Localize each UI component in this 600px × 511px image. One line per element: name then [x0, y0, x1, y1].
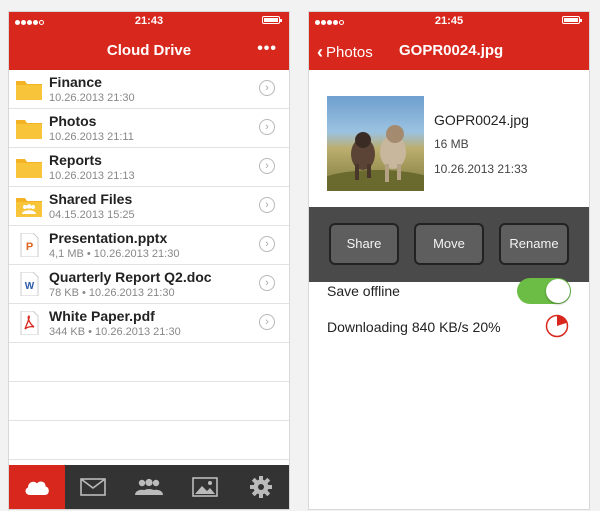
save-offline-toggle[interactable] [517, 278, 571, 304]
tab-cloud[interactable] [9, 465, 65, 509]
tab-settings[interactable] [233, 465, 289, 509]
chevron-right-icon[interactable]: › [259, 275, 275, 291]
chevron-right-icon[interactable]: › [259, 80, 275, 96]
page-title: Cloud Drive [106, 42, 192, 59]
contacts-icon [135, 478, 163, 495]
file-name: Finance [49, 74, 102, 90]
status-time: 21:43 [134, 15, 164, 27]
folder-icon [15, 77, 43, 101]
action-bar: Share Move Rename [309, 207, 589, 282]
shared-folder-icon [15, 194, 43, 218]
download-status: Downloading 840 KB/s 20% [327, 319, 501, 335]
file-name: GOPR0024.jpg [434, 112, 529, 128]
pdf-file-icon [15, 310, 43, 336]
file-name: White Paper.pdf [49, 308, 155, 324]
folder-icon [15, 116, 43, 140]
file-meta: 4,1 MB • 10.26.2013 21:30 [49, 248, 180, 260]
empty-row [9, 343, 289, 382]
folder-icon [15, 155, 43, 179]
nav-bar: Cloud Drive ••• [9, 30, 289, 70]
photos-icon [192, 477, 218, 497]
tab-photos[interactable] [177, 465, 233, 509]
file-date: 10.26.2013 21:33 [434, 162, 528, 176]
cloud-icon [25, 481, 49, 495]
doc-file-icon: W [15, 271, 43, 297]
save-offline-label: Save offline [327, 283, 400, 299]
file-size: 16 MB [434, 137, 469, 151]
tab-bar [9, 465, 289, 509]
chevron-left-icon: ‹ [317, 42, 323, 62]
chevron-right-icon[interactable]: › [259, 236, 275, 252]
file-row[interactable]: Finance 10.26.2013 21:30 › [9, 70, 289, 109]
chevron-right-icon[interactable]: › [259, 119, 275, 135]
mail-icon [80, 478, 106, 496]
status-bar: 21:45 [309, 12, 589, 30]
battery-icon [562, 16, 582, 24]
file-name: Presentation.pptx [49, 230, 168, 246]
file-row[interactable]: White Paper.pdf 344 KB • 10.26.2013 21:30… [9, 304, 289, 343]
battery-icon [262, 16, 282, 24]
page-title: GOPR0024.jpg [399, 42, 504, 59]
file-name: Photos [49, 113, 97, 129]
tab-contacts[interactable] [121, 465, 177, 509]
chevron-right-icon[interactable]: › [259, 197, 275, 213]
settings-gear-icon [250, 476, 272, 498]
share-button[interactable]: Share [329, 223, 399, 265]
file-name: Shared Files [49, 191, 133, 207]
more-options-button[interactable]: ••• [257, 40, 277, 58]
tab-mail[interactable] [65, 465, 121, 509]
file-meta: 10.26.2013 21:11 [49, 131, 134, 143]
back-button[interactable]: ‹ Photos [317, 41, 373, 62]
file-row[interactable]: W Quarterly Report Q2.doc 78 KB • 10.26.20… [9, 265, 289, 304]
chevron-right-icon[interactable]: › [259, 158, 275, 174]
status-bar: 21:43 [9, 12, 289, 30]
file-meta: 10.26.2013 21:30 [49, 92, 135, 104]
file-meta: 04.15.2013 15:25 [49, 209, 135, 221]
rename-button[interactable]: Rename [499, 223, 569, 265]
empty-row [9, 421, 289, 460]
file-meta: 10.26.2013 21:13 [49, 170, 135, 182]
back-label: Photos [326, 44, 373, 61]
download-progress-pie [545, 314, 569, 338]
file-name: Reports [49, 152, 102, 168]
nav-bar: ‹ Photos GOPR0024.jpg [309, 30, 589, 70]
dogs-photo-image [327, 125, 424, 191]
svg-text:W: W [25, 281, 35, 292]
file-meta: 78 KB • 10.26.2013 21:30 [49, 287, 175, 299]
toggle-knob [546, 279, 570, 303]
file-detail-screen: 21:45 ‹ Photos GOPR0024.jpg GOPR0024.jpg … [309, 12, 589, 509]
empty-row [9, 382, 289, 421]
image-thumbnail[interactable] [327, 96, 424, 191]
move-button[interactable]: Move [414, 223, 484, 265]
pptx-file-icon: P [15, 232, 43, 258]
file-row[interactable]: P Presentation.pptx 4,1 MB • 10.26.2013 21… [9, 226, 289, 265]
svg-text:P: P [26, 241, 33, 253]
file-row[interactable]: Photos 10.26.2013 21:11 › [9, 109, 289, 148]
file-name: Quarterly Report Q2.doc [49, 269, 212, 285]
file-row[interactable]: Shared Files 04.15.2013 15:25 › [9, 187, 289, 226]
cloud-drive-screen: 21:43 Cloud Drive ••• Finance 10.26.2013 … [9, 12, 289, 509]
file-list: Finance 10.26.2013 21:30 › Photos 10.26.2013… [9, 70, 289, 499]
status-time: 21:45 [434, 15, 464, 27]
chevron-right-icon[interactable]: › [259, 314, 275, 330]
file-meta: 344 KB • 10.26.2013 21:30 [49, 326, 181, 338]
file-row[interactable]: Reports 10.26.2013 21:13 › [9, 148, 289, 187]
